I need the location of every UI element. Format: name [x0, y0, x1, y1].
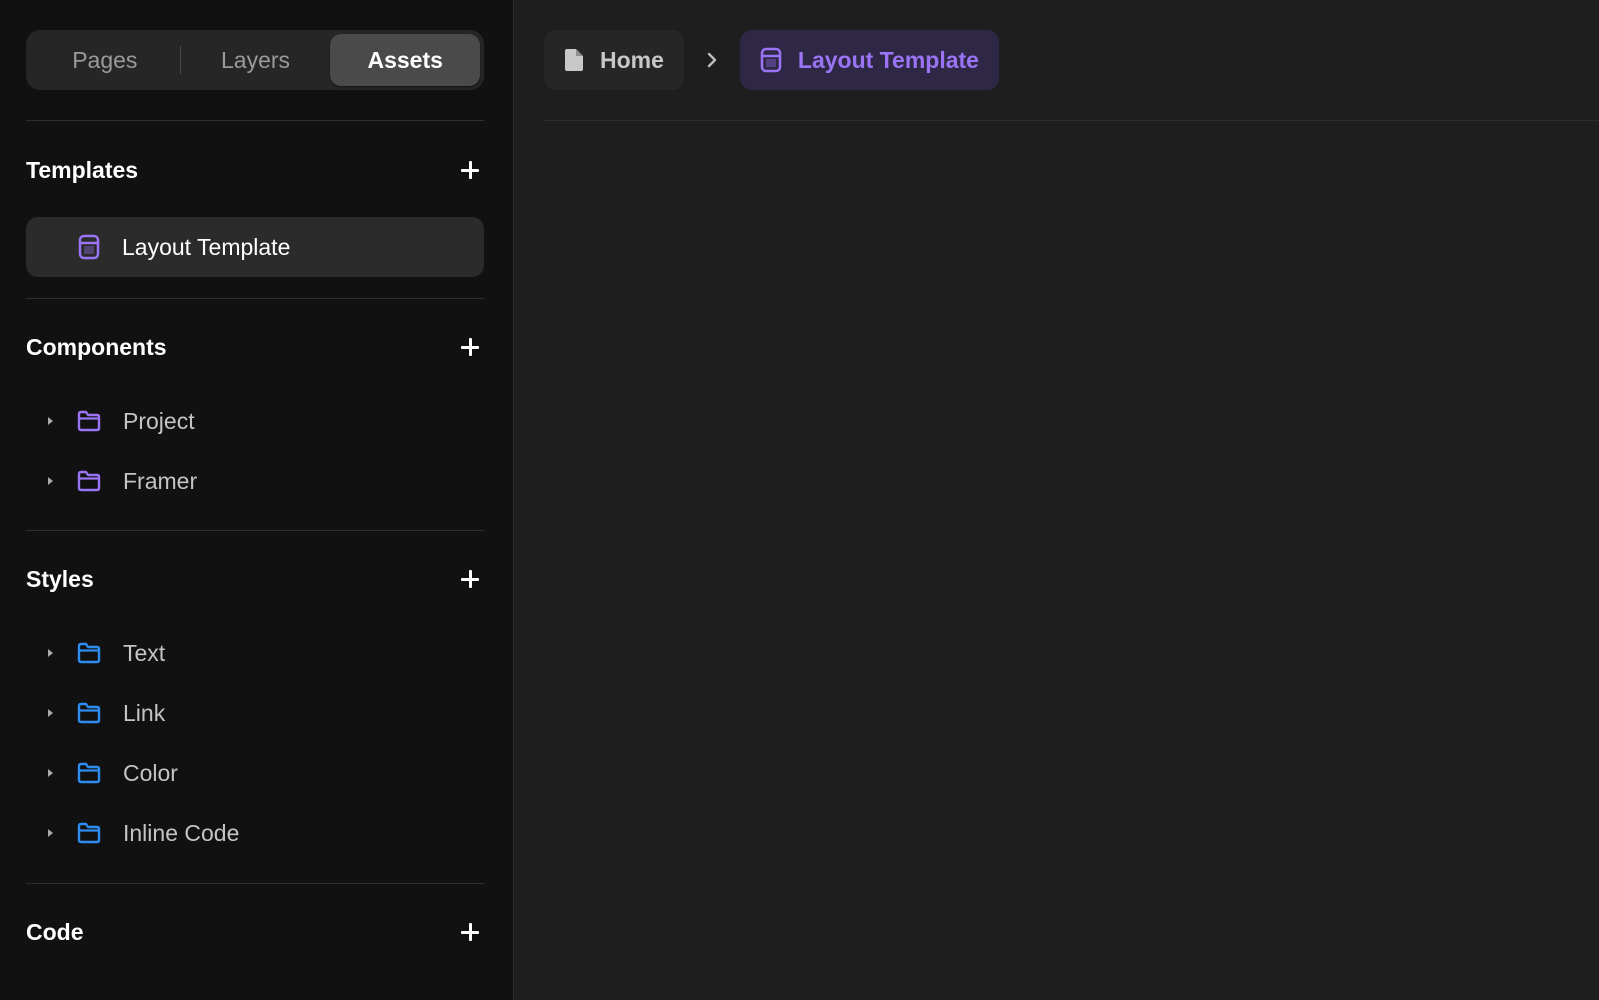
- components-folder-project[interactable]: Project: [26, 391, 484, 451]
- breadcrumb-home[interactable]: Home: [544, 30, 684, 90]
- expand-caret-icon[interactable]: [48, 477, 53, 485]
- folder-label: Color: [123, 759, 178, 786]
- components-folder-framer[interactable]: Framer: [26, 451, 484, 511]
- templates-section-header: Templates: [26, 145, 484, 195]
- breadcrumb-home-label: Home: [600, 46, 664, 73]
- template-icon: [78, 234, 100, 260]
- folder-icon: [77, 642, 101, 664]
- expand-caret-icon[interactable]: [48, 709, 53, 717]
- styles-folder-link[interactable]: Link: [26, 683, 484, 743]
- add-component-icon[interactable]: [456, 333, 484, 361]
- styles-folder-color[interactable]: Color: [26, 743, 484, 803]
- add-template-icon[interactable]: [456, 156, 484, 184]
- page-icon: [564, 48, 584, 72]
- tab-pages[interactable]: Pages: [30, 34, 180, 86]
- app-window: Pages Layers Assets Templates Layout Tem…: [0, 0, 1599, 1000]
- expand-caret-icon[interactable]: [48, 417, 53, 425]
- styles-title: Styles: [26, 565, 94, 592]
- header-divider: [544, 120, 1599, 121]
- breadcrumb-current-label: Layout Template: [797, 46, 979, 73]
- sidebar: Pages Layers Assets Templates Layout Tem…: [0, 0, 514, 1000]
- chevron-right-icon: [684, 30, 740, 90]
- folder-label: Framer: [123, 467, 198, 494]
- folder-label: Link: [123, 699, 166, 726]
- styles-folder-text[interactable]: Text: [26, 623, 484, 683]
- template-item-layout-template[interactable]: Layout Template: [26, 217, 484, 277]
- add-code-icon[interactable]: [456, 918, 484, 946]
- breadcrumb: Home Layout Template: [544, 30, 999, 90]
- breadcrumb-current[interactable]: Layout Template: [739, 30, 999, 90]
- folder-icon: [77, 822, 101, 844]
- template-item-label: Layout Template: [122, 233, 291, 260]
- expand-caret-icon[interactable]: [48, 769, 53, 777]
- folder-label: Inline Code: [123, 819, 240, 846]
- styles-section-header: Styles: [26, 554, 484, 604]
- code-section-header: Code: [26, 907, 484, 957]
- folder-icon: [77, 762, 101, 784]
- templates-title: Templates: [26, 156, 139, 183]
- folder-icon: [77, 702, 101, 724]
- styles-folder-inline-code[interactable]: Inline Code: [26, 803, 484, 863]
- folder-label: Text: [123, 639, 166, 666]
- components-title: Components: [26, 333, 167, 360]
- folder-icon: [77, 470, 101, 492]
- tab-assets[interactable]: Assets: [330, 34, 481, 86]
- folder-icon: [77, 410, 101, 432]
- main-canvas: Home Layout Template: [514, 0, 1599, 1000]
- add-style-icon[interactable]: [456, 565, 484, 593]
- components-section-header: Components: [26, 322, 484, 372]
- panel-tab-switcher: Pages Layers Assets: [26, 30, 484, 90]
- expand-caret-icon[interactable]: [48, 649, 53, 657]
- code-title: Code: [26, 918, 84, 945]
- tab-layers[interactable]: Layers: [181, 34, 331, 86]
- template-icon: [760, 47, 782, 73]
- expand-caret-icon[interactable]: [48, 829, 53, 837]
- folder-label: Project: [123, 407, 195, 434]
